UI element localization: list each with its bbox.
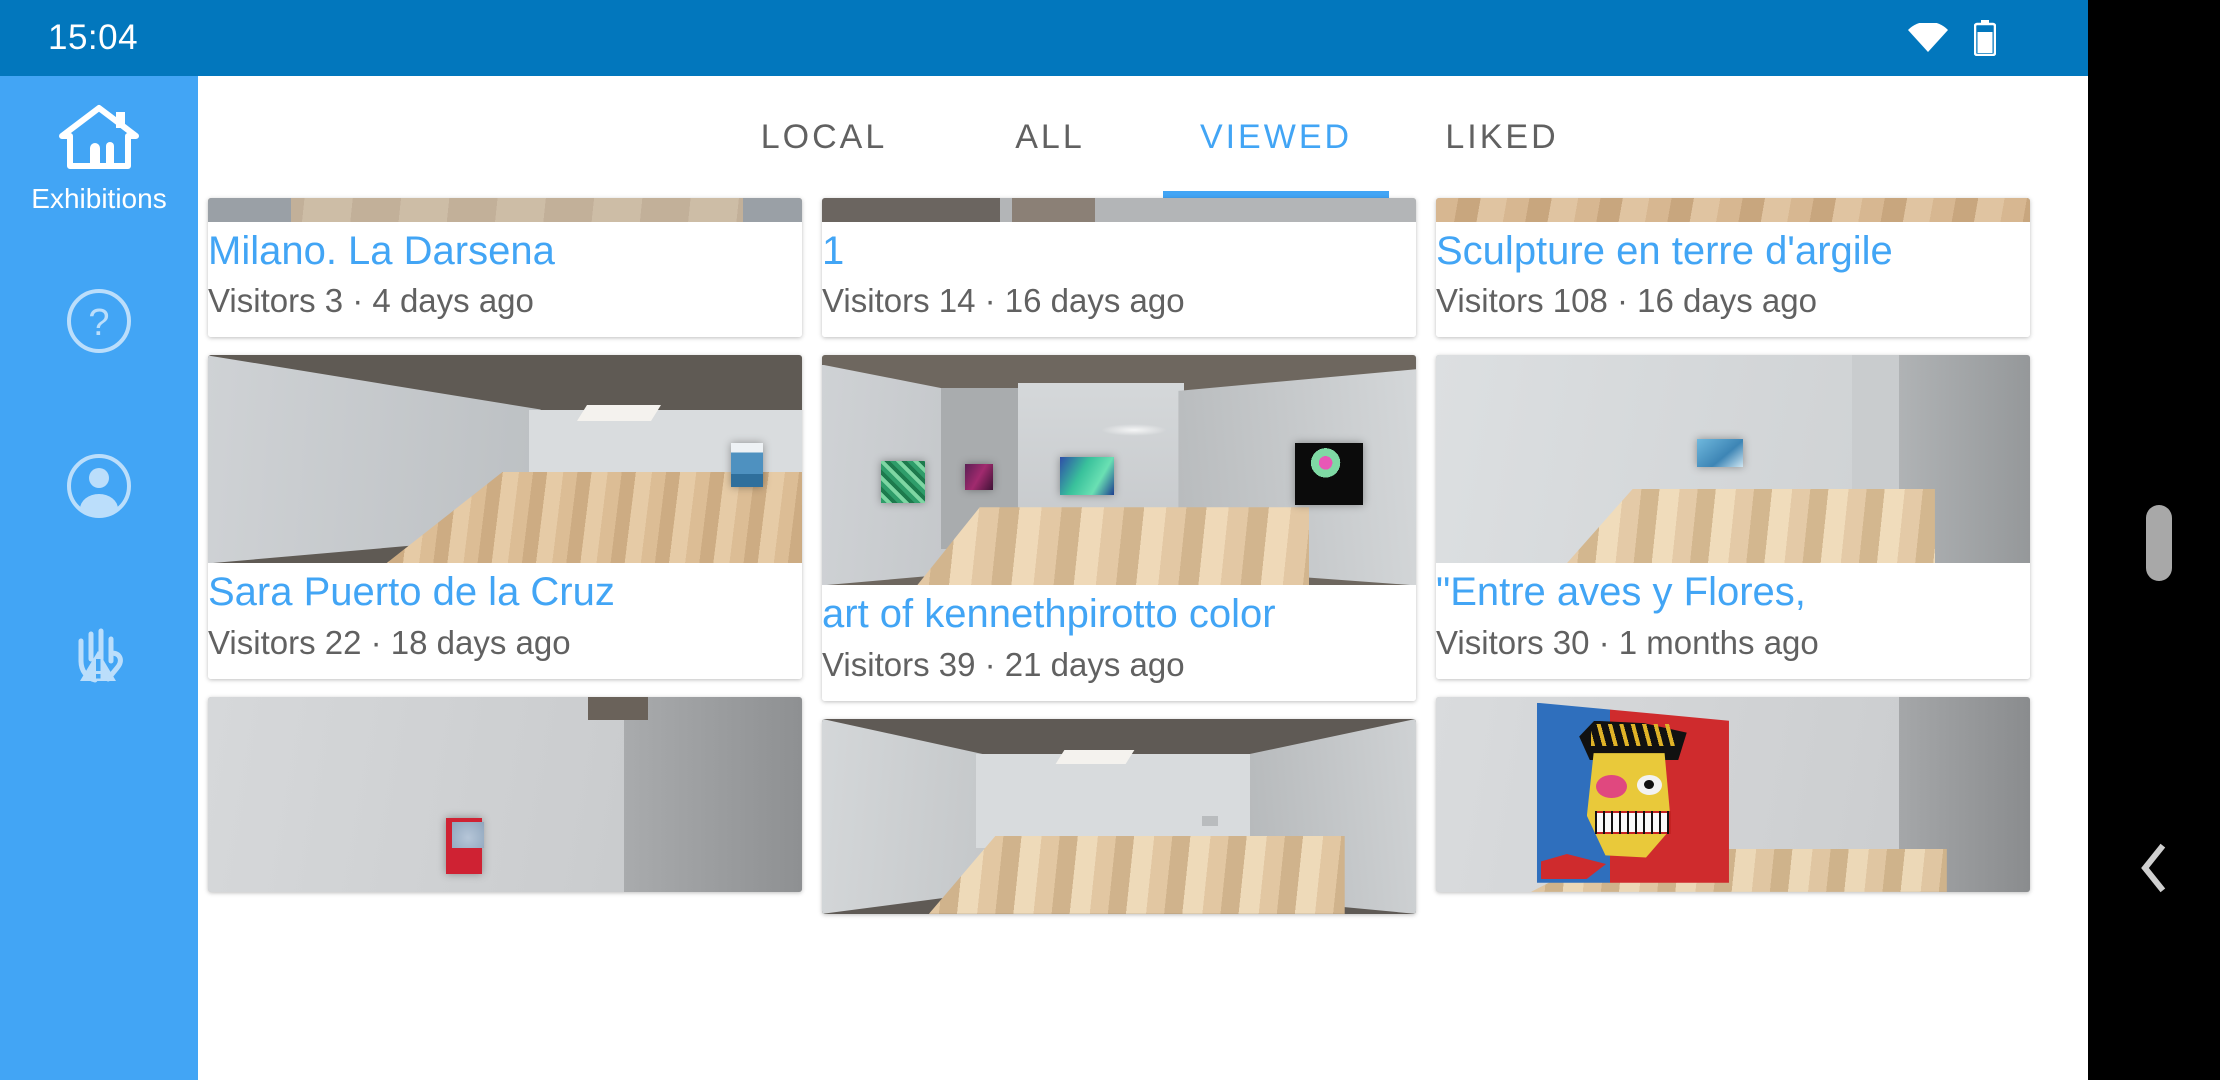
battery-icon: [1974, 20, 1996, 56]
svg-text:?: ?: [88, 302, 109, 344]
tab-local-label: LOCAL: [760, 118, 888, 156]
exhibition-card[interactable]: Sculpture en terre d'argile Visitors 108…: [1436, 198, 2030, 338]
exhibition-title[interactable]: "Entre aves y Flores,: [1436, 569, 2030, 616]
exhibition-thumbnail[interactable]: [208, 696, 802, 892]
tab-all[interactable]: ALL: [937, 76, 1163, 198]
sidebar-item-account[interactable]: [0, 452, 198, 525]
wifi-icon: [1908, 23, 1948, 53]
exhibition-meta: "Entre aves y Flores, Visitors 30 · 1 mo…: [1436, 563, 2030, 679]
status-bar-icons: [1908, 20, 1996, 56]
nav-back-button[interactable]: [2088, 810, 2220, 930]
exhibition-card[interactable]: "Entre aves y Flores, Visitors 30 · 1 mo…: [1436, 355, 2030, 679]
main-content: LOCAL ALL VIEWED LIKED Milano. La Darsen…: [198, 76, 2088, 1080]
account-circle-icon: [65, 452, 133, 525]
exhibition-thumbnail[interactable]: [1436, 355, 2030, 564]
help-circle-icon: ?: [65, 287, 133, 360]
exhibition-thumbnail[interactable]: [208, 198, 802, 222]
exhibition-grid[interactable]: Milano. La Darsena Visitors 3 · 4 days a…: [198, 198, 2088, 1080]
back-chevron-icon: [2134, 840, 2174, 901]
tab-local[interactable]: LOCAL: [711, 76, 937, 198]
exhibition-subtitle: Visitors 108 · 16 days ago: [1436, 282, 1817, 320]
tab-liked[interactable]: LIKED: [1389, 76, 1615, 198]
status-bar-clock: 15:04: [48, 18, 139, 57]
exhibition-subtitle: Visitors 3 · 4 days ago: [208, 282, 534, 320]
left-sidebar: Exhibitions ?: [0, 76, 198, 1080]
app-root: 15:04 Exhibitions ? LOCAL ALL VIEWED LIK…: [0, 0, 2220, 1080]
exhibition-card[interactable]: [208, 696, 802, 892]
exhibition-subtitle: Visitors 39 · 21 days ago: [822, 645, 1185, 683]
tab-viewed-label: VIEWED: [1199, 118, 1353, 156]
exhibition-thumbnail[interactable]: [822, 718, 1416, 914]
privacy-hand-warning-icon: [64, 617, 134, 688]
exhibition-title[interactable]: Milano. La Darsena: [208, 228, 802, 275]
exhibition-title[interactable]: art of kennethpirotto color: [822, 591, 1416, 638]
tab-active-underline: [1163, 191, 1389, 198]
status-bar: 15:04: [0, 0, 2088, 76]
exhibition-thumbnail[interactable]: [1436, 198, 2030, 222]
exhibition-meta: Sara Puerto de la Cruz Visitors 22 · 18 …: [208, 563, 802, 679]
exhibition-card[interactable]: art of kennethpirotto color Visitors 39 …: [822, 355, 1416, 701]
exhibition-meta: Milano. La Darsena Visitors 3 · 4 days a…: [208, 222, 802, 338]
exhibition-card[interactable]: Milano. La Darsena Visitors 3 · 4 days a…: [208, 198, 802, 338]
sidebar-item-label-exhibitions: Exhibitions: [31, 183, 167, 214]
sidebar-item-privacy[interactable]: [0, 617, 198, 688]
exhibition-card[interactable]: Sara Puerto de la Cruz Visitors 22 · 18 …: [208, 355, 802, 679]
home-exhibitions-icon: [56, 102, 142, 179]
tab-viewed[interactable]: VIEWED: [1163, 76, 1389, 198]
exhibition-subtitle: Visitors 14 · 16 days ago: [822, 282, 1185, 320]
exhibition-subtitle: Visitors 22 · 18 days ago: [208, 623, 571, 661]
exhibition-subtitle: Visitors 30 · 1 months ago: [1436, 623, 1819, 661]
vertical-scrollbar-thumb[interactable]: [2146, 505, 2172, 581]
exhibition-meta: 1 Visitors 14 · 16 days ago: [822, 222, 1416, 338]
exhibition-title[interactable]: Sara Puerto de la Cruz: [208, 569, 802, 616]
exhibition-meta: art of kennethpirotto color Visitors 39 …: [822, 585, 1416, 701]
exhibition-meta: Sculpture en terre d'argile Visitors 108…: [1436, 222, 2030, 338]
exhibition-thumbnail[interactable]: [208, 355, 802, 564]
exhibition-card[interactable]: [822, 718, 1416, 914]
exhibition-thumbnail[interactable]: [822, 198, 1416, 222]
exhibition-title[interactable]: Sculpture en terre d'argile: [1436, 228, 2030, 275]
tab-bar: LOCAL ALL VIEWED LIKED: [198, 76, 2088, 198]
exhibition-card[interactable]: [1436, 696, 2030, 892]
tab-all-label: ALL: [1015, 118, 1085, 156]
exhibition-thumbnail[interactable]: [1436, 696, 2030, 892]
exhibition-column-3: Sculpture en terre d'argile Visitors 108…: [1436, 198, 2050, 910]
exhibition-column-2: 1 Visitors 14 · 16 days ago art of kenne…: [822, 198, 1436, 932]
exhibition-thumbnail[interactable]: [822, 355, 1416, 586]
system-nav-bar: [2088, 0, 2220, 1080]
sidebar-item-help[interactable]: ?: [0, 287, 198, 360]
exhibition-column-1: Milano. La Darsena Visitors 3 · 4 days a…: [208, 198, 822, 910]
exhibition-title[interactable]: 1: [822, 228, 1416, 275]
tab-liked-label: LIKED: [1445, 118, 1559, 156]
sidebar-item-exhibitions[interactable]: Exhibitions: [0, 102, 198, 213]
exhibition-card[interactable]: 1 Visitors 14 · 16 days ago: [822, 198, 1416, 338]
